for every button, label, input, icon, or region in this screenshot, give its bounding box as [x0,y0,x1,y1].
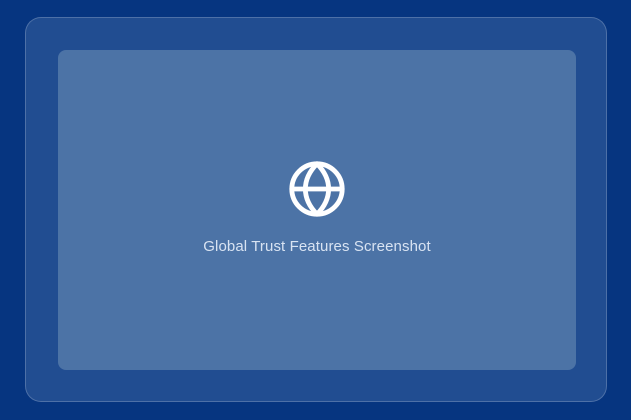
screenshot-caption: Global Trust Features Screenshot [203,238,431,255]
screenshot-placeholder-panel: Global Trust Features Screenshot [58,50,576,370]
globe-icon [289,161,345,217]
screenshot-placeholder-card: Global Trust Features Screenshot [25,17,607,402]
